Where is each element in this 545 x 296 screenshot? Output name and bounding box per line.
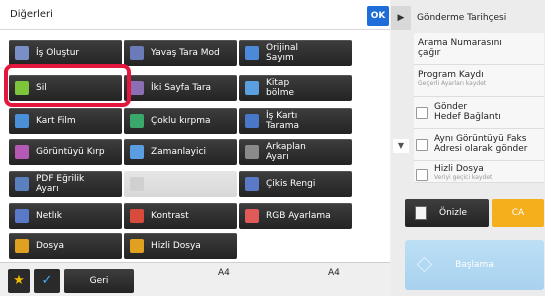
history-item[interactable]: Hizli Dosya Veriyi geçici kaydet [414, 161, 544, 183]
selection-highlight [4, 64, 131, 107]
ok-button[interactable]: OK [367, 6, 389, 26]
original-count-icon [245, 46, 259, 60]
function-button[interactable]: Dosya [9, 233, 122, 259]
clear-all-button[interactable]: CA [492, 199, 544, 227]
two-page-scan-icon [130, 81, 144, 95]
history-item-sub: Geçerli Ayarları kaydet [418, 80, 487, 87]
rgb-adjust-icon [245, 209, 259, 223]
folder-icon [15, 239, 29, 253]
function-button[interactable]: Zamanlayici [124, 139, 237, 165]
timer-icon [130, 145, 144, 159]
function-label: Arkaplan Ayarı [266, 142, 306, 162]
function-label: PDF Eğrilik Ayarı [36, 174, 85, 194]
function-button[interactable]: Netlık [9, 203, 122, 229]
function-button[interactable]: RGB Ayarlama [239, 203, 352, 229]
history-item-label: Program Kaydı [418, 70, 484, 80]
function-label: Çoklu kırpma [151, 116, 211, 126]
function-button[interactable]: Çikis Rengi [239, 171, 352, 197]
book-divide-icon [245, 81, 259, 95]
function-label: Çikis Rengi [266, 179, 316, 189]
history-checkbox[interactable] [416, 169, 428, 181]
function-label: İki Sayfa Tara [151, 83, 212, 93]
function-button[interactable]: Çoklu kırpma [124, 108, 237, 134]
function-label: Görüntüyü Kırp [36, 147, 105, 157]
function-button[interactable]: PDF Eğrilik Ayarı [9, 171, 122, 197]
function-label: Hizli Dosya [151, 241, 201, 251]
function-button[interactable]: Görüntüyü Kırp [9, 139, 122, 165]
slow-scan-icon [130, 46, 144, 60]
history-checkbox[interactable] [416, 139, 428, 151]
history-expand-icon[interactable]: ▶ [391, 6, 411, 30]
function-label: İş Oluştur [36, 48, 80, 58]
disabled-icon [130, 177, 144, 191]
paper-size-right: A4 [328, 268, 340, 278]
function-button[interactable]: İş Oluştur [9, 40, 122, 66]
preview-label: Önizle [439, 208, 468, 218]
function-button[interactable]: Kontrast [124, 203, 237, 229]
function-button[interactable]: Orijinal Sayım [239, 40, 352, 66]
sharpness-icon [15, 209, 29, 223]
bottom-toolbar: ★ ✓ Geri A4 A4 [0, 262, 390, 296]
contrast-icon [130, 209, 144, 223]
function-label: İş Kartı Tarama [266, 111, 300, 131]
function-button[interactable]: Yavaş Tara Mod [124, 40, 237, 66]
function-label: Kontrast [151, 211, 189, 221]
history-item[interactable]: Gönder Hedef Bağlantı [414, 99, 544, 129]
history-title: Gönderme Tarihçesi [417, 13, 507, 23]
history-item-label: Gönder Hedef Bağlantı [434, 102, 501, 122]
history-item[interactable]: Arama Numarasını çağır [414, 35, 544, 65]
function-button[interactable]: Arkaplan Ayarı [239, 139, 352, 165]
function-button [124, 171, 237, 197]
function-label: Dosya [36, 241, 64, 251]
function-label: RGB Ayarlama [266, 211, 331, 221]
history-item[interactable]: Program Kaydı Geçerli Ayarları kaydet [414, 67, 544, 97]
history-list: Arama Numarasını çağır Program Kaydı Geçer… [414, 33, 544, 183]
preview-button[interactable]: Önizle [405, 199, 489, 227]
function-label: Kitap bölme [266, 78, 295, 98]
function-label: Orijinal Sayım [266, 43, 299, 63]
pdf-skew-icon [15, 177, 29, 191]
function-label: Netlık [36, 211, 63, 221]
card-film-icon [15, 114, 29, 128]
function-label: Kart Film [36, 116, 76, 126]
history-item-label: Arama Numarasını çağır [418, 38, 502, 58]
history-item-label: Aynı Görüntüyü Faks Adresi olarak gönder [434, 134, 528, 154]
history-item[interactable]: Aynı Görüntüyü Faks Adresi olarak gönder [414, 131, 544, 161]
business-card-icon [245, 114, 259, 128]
start-button[interactable]: Başlama [405, 240, 544, 290]
other-functions-panel: Diğerleri OK İş Oluştur Yavaş Tara Mod Ori… [0, 0, 390, 296]
function-button[interactable]: Kitap bölme [239, 75, 352, 101]
checkmark-icon[interactable]: ✓ [34, 269, 60, 293]
back-button[interactable]: Geri [64, 269, 134, 293]
function-button[interactable]: Hizli Dosya [124, 233, 237, 259]
history-item-sub: Veriyi geçici kaydet [434, 174, 493, 181]
paper-size-left: A4 [218, 268, 230, 278]
start-icon [416, 256, 433, 273]
job-build-icon [15, 46, 29, 60]
function-button[interactable]: Kart Film [9, 108, 122, 134]
image-crop-icon [15, 145, 29, 159]
output-color-icon [245, 177, 259, 191]
background-adjust-icon [245, 145, 259, 159]
start-label: Başlama [455, 260, 494, 270]
panel-header: Diğerleri OK [0, 0, 390, 30]
right-panel: ▶ Gönderme Tarihçesi Arama Numarasını ça… [391, 0, 545, 296]
history-item-label: Hizli Dosya [434, 164, 484, 174]
function-label: Zamanlayici [151, 147, 206, 157]
function-label: Yavaş Tara Mod [151, 48, 220, 58]
scroll-down-icon[interactable]: ▼ [393, 139, 409, 153]
multi-crop-icon [130, 114, 144, 128]
history-checkbox[interactable] [416, 107, 428, 119]
panel-title: Diğerleri [10, 9, 53, 20]
quick-file-icon [130, 239, 144, 253]
preview-icon [415, 206, 427, 220]
function-button[interactable]: İş Kartı Tarama [239, 108, 352, 134]
function-button[interactable]: İki Sayfa Tara [124, 75, 237, 101]
favorite-star-icon[interactable]: ★ [8, 269, 30, 293]
